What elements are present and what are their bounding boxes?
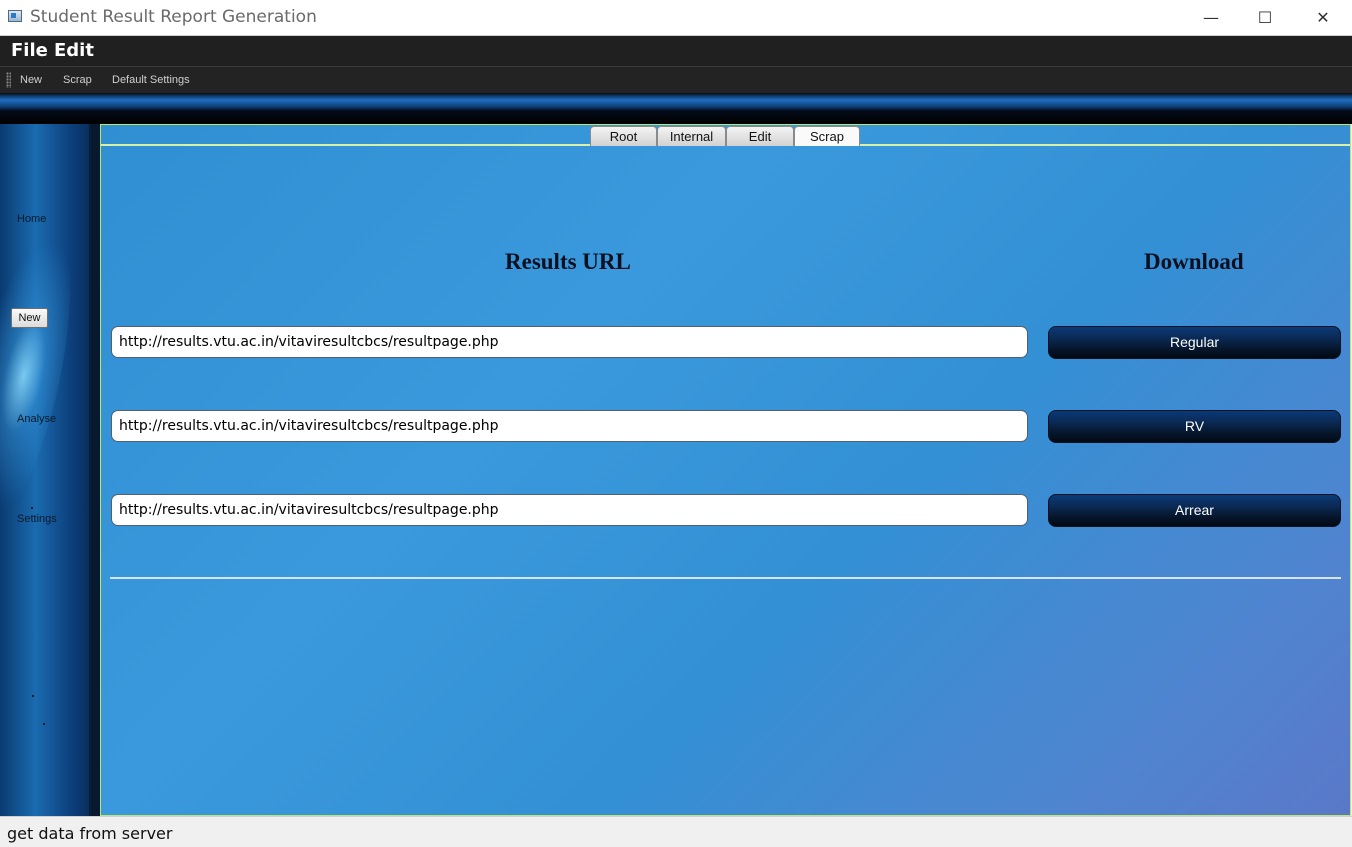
sidebar-dot: [31, 507, 33, 509]
status-bar: get data from server: [0, 816, 1352, 847]
sidebar-item-home[interactable]: Home: [17, 213, 46, 225]
download-heading: Download: [1144, 249, 1244, 274]
rv-download-button[interactable]: RV: [1048, 410, 1341, 443]
sidebar-item-analyse[interactable]: Analyse: [17, 413, 56, 425]
sidebar-dot: [43, 723, 45, 725]
sidebar: Home New Analyse Settings: [0, 124, 91, 816]
tab-scrap[interactable]: Scrap: [794, 126, 860, 146]
status-text: get data from server: [7, 824, 173, 843]
window-title: Student Result Report Generation: [30, 7, 317, 27]
header-banner: [0, 93, 1352, 124]
arrear-download-button[interactable]: Arrear: [1048, 494, 1341, 527]
app-icon: [8, 10, 22, 22]
title-bar: Student Result Report Generation — ☐ ✕: [0, 0, 1352, 36]
menu-edit[interactable]: Edit: [54, 40, 94, 61]
sidebar-item-settings[interactable]: Settings: [17, 513, 57, 525]
toolbar-scrap-button[interactable]: Scrap: [63, 74, 92, 86]
menu-file[interactable]: File: [11, 40, 48, 61]
toolbar-default-settings-button[interactable]: Default Settings: [112, 74, 190, 86]
toolbar-grip-icon[interactable]: [6, 72, 11, 88]
arrear-url-input[interactable]: [111, 494, 1028, 526]
sidebar-decoration: [0, 208, 89, 540]
toolbar-new-button[interactable]: New: [20, 74, 42, 86]
minimize-icon[interactable]: —: [1184, 0, 1238, 35]
maximize-icon[interactable]: ☐: [1238, 0, 1292, 35]
rv-url-input[interactable]: [111, 410, 1028, 442]
close-icon[interactable]: ✕: [1296, 0, 1350, 35]
main-panel: Root Internal Edit Scrap Results URL Dow…: [100, 124, 1351, 816]
tab-internal[interactable]: Internal: [657, 126, 726, 146]
results-url-heading: Results URL: [505, 249, 631, 274]
tab-root[interactable]: Root: [590, 126, 657, 146]
tab-edit[interactable]: Edit: [726, 126, 794, 146]
toolbar: New Scrap Default Settings: [0, 66, 1352, 93]
sidebar-separator: [91, 124, 100, 816]
regular-download-button[interactable]: Regular: [1048, 326, 1341, 359]
regular-url-input[interactable]: [111, 326, 1028, 358]
sidebar-new-button[interactable]: New: [11, 308, 48, 328]
section-divider: [110, 577, 1341, 579]
sidebar-dot: [32, 695, 34, 697]
menu-bar: File Edit: [0, 36, 1352, 66]
